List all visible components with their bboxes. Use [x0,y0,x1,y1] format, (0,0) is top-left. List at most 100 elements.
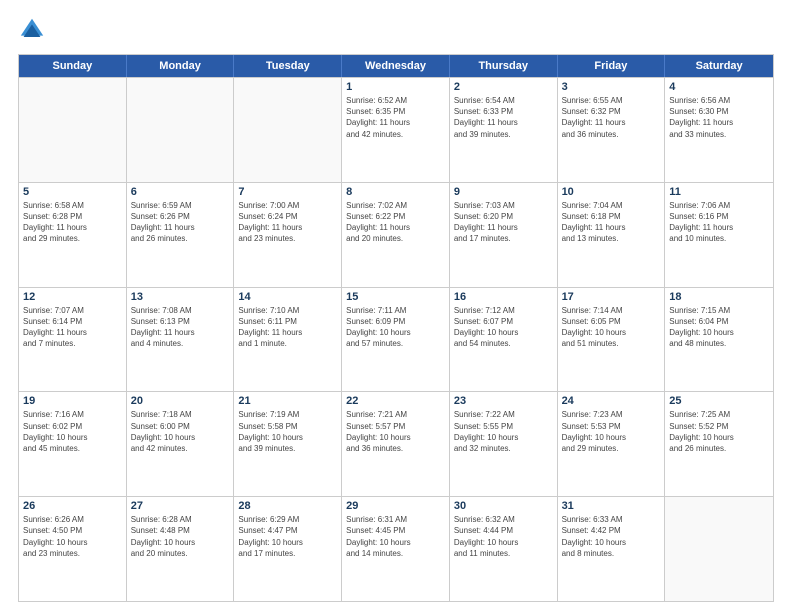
cell-daylight-info: Sunrise: 7:10 AM Sunset: 6:11 PM Dayligh… [238,305,337,350]
cell-daylight-info: Sunrise: 7:11 AM Sunset: 6:09 PM Dayligh… [346,305,445,350]
calendar-cell: 3 Sunrise: 6:55 AM Sunset: 6:32 PM Daylig… [558,78,666,182]
cell-daylight-info: Sunrise: 6:56 AM Sunset: 6:30 PM Dayligh… [669,95,769,140]
cell-daylight-info: Sunrise: 7:08 AM Sunset: 6:13 PM Dayligh… [131,305,230,350]
calendar-cell: 30 Sunrise: 6:32 AM Sunset: 4:44 PM Dayli… [450,497,558,601]
cell-day-number: 10 [562,186,661,198]
calendar-cell: 12 Sunrise: 7:07 AM Sunset: 6:14 PM Dayli… [19,288,127,392]
cell-daylight-info: Sunrise: 7:03 AM Sunset: 6:20 PM Dayligh… [454,200,553,245]
calendar-header: SundayMondayTuesdayWednesdayThursdayFrid… [19,55,773,77]
cell-daylight-info: Sunrise: 7:04 AM Sunset: 6:18 PM Dayligh… [562,200,661,245]
calendar-row: 12 Sunrise: 7:07 AM Sunset: 6:14 PM Dayli… [19,287,773,392]
calendar-cell: 10 Sunrise: 7:04 AM Sunset: 6:18 PM Dayli… [558,183,666,287]
cell-day-number: 24 [562,395,661,407]
cell-daylight-info: Sunrise: 6:59 AM Sunset: 6:26 PM Dayligh… [131,200,230,245]
cell-day-number: 1 [346,81,445,93]
cell-day-number: 20 [131,395,230,407]
calendar-cell: 8Sunrise: 7:02 AM Sunset: 6:22 PM Daylig… [342,183,450,287]
calendar-cell: 2Sunrise: 6:54 AM Sunset: 6:33 PM Daylig… [450,78,558,182]
calendar-cell: 23Sunrise: 7:22 AM Sunset: 5:55 PM Dayli… [450,392,558,496]
calendar-cell: 6 Sunrise: 6:59 AM Sunset: 6:26 PM Daylig… [127,183,235,287]
cell-daylight-info: Sunrise: 7:06 AM Sunset: 6:16 PM Dayligh… [669,200,769,245]
cell-day-number: 4 [669,81,769,93]
cell-daylight-info: Sunrise: 7:19 AM Sunset: 5:58 PM Dayligh… [238,409,337,454]
cell-day-number: 11 [669,186,769,198]
calendar-cell: 28 Sunrise: 6:29 AM Sunset: 4:47 PM Dayli… [234,497,342,601]
cell-daylight-info: Sunrise: 6:55 AM Sunset: 6:32 PM Dayligh… [562,95,661,140]
calendar-cell: 19 Sunrise: 7:16 AM Sunset: 6:02 PM Dayli… [19,392,127,496]
cell-daylight-info: Sunrise: 6:33 AM Sunset: 4:42 PM Dayligh… [562,514,661,559]
cell-daylight-info: Sunrise: 7:16 AM Sunset: 6:02 PM Dayligh… [23,409,122,454]
cell-daylight-info: Sunrise: 6:52 AM Sunset: 6:35 PM Dayligh… [346,95,445,140]
cell-day-number: 12 [23,291,122,303]
cell-daylight-info: Sunrise: 7:00 AM Sunset: 6:24 PM Dayligh… [238,200,337,245]
calendar-row: 1 Sunrise: 6:52 AM Sunset: 6:35 PM Daylig… [19,77,773,182]
calendar-cell: 22 Sunrise: 7:21 AM Sunset: 5:57 PM Dayli… [342,392,450,496]
calendar: SundayMondayTuesdayWednesdayThursdayFrid… [18,54,774,602]
cell-day-number: 18 [669,291,769,303]
calendar-cell: 9 Sunrise: 7:03 AM Sunset: 6:20 PM Daylig… [450,183,558,287]
calendar-row: 26 Sunrise: 6:26 AM Sunset: 4:50 PM Dayli… [19,496,773,601]
calendar-cell: 31 Sunrise: 6:33 AM Sunset: 4:42 PM Dayli… [558,497,666,601]
cell-day-number: 31 [562,500,661,512]
calendar-cell: 15Sunrise: 7:11 AM Sunset: 6:09 PM Dayli… [342,288,450,392]
calendar-cell: 11 Sunrise: 7:06 AM Sunset: 6:16 PM Dayli… [665,183,773,287]
cell-daylight-info: Sunrise: 6:26 AM Sunset: 4:50 PM Dayligh… [23,514,122,559]
header [18,16,774,44]
weekday-header: Tuesday [234,55,342,77]
calendar-cell [127,78,235,182]
cell-daylight-info: Sunrise: 6:29 AM Sunset: 4:47 PM Dayligh… [238,514,337,559]
cell-day-number: 21 [238,395,337,407]
cell-daylight-info: Sunrise: 7:25 AM Sunset: 5:52 PM Dayligh… [669,409,769,454]
cell-day-number: 27 [131,500,230,512]
calendar-row: 19 Sunrise: 7:16 AM Sunset: 6:02 PM Dayli… [19,391,773,496]
cell-day-number: 26 [23,500,122,512]
cell-daylight-info: Sunrise: 7:12 AM Sunset: 6:07 PM Dayligh… [454,305,553,350]
weekday-header: Thursday [450,55,558,77]
logo-icon [18,16,46,44]
cell-daylight-info: Sunrise: 7:23 AM Sunset: 5:53 PM Dayligh… [562,409,661,454]
calendar-cell [19,78,127,182]
calendar-cell: 18 Sunrise: 7:15 AM Sunset: 6:04 PM Dayli… [665,288,773,392]
cell-day-number: 9 [454,186,553,198]
cell-day-number: 30 [454,500,553,512]
calendar-row: 5 Sunrise: 6:58 AM Sunset: 6:28 PM Daylig… [19,182,773,287]
cell-day-number: 6 [131,186,230,198]
cell-day-number: 5 [23,186,122,198]
calendar-cell: 27 Sunrise: 6:28 AM Sunset: 4:48 PM Dayli… [127,497,235,601]
cell-daylight-info: Sunrise: 7:21 AM Sunset: 5:57 PM Dayligh… [346,409,445,454]
cell-daylight-info: Sunrise: 7:15 AM Sunset: 6:04 PM Dayligh… [669,305,769,350]
cell-day-number: 22 [346,395,445,407]
cell-day-number: 8 [346,186,445,198]
cell-day-number: 14 [238,291,337,303]
cell-day-number: 25 [669,395,769,407]
calendar-cell: 29Sunrise: 6:31 AM Sunset: 4:45 PM Dayli… [342,497,450,601]
calendar-cell: 1 Sunrise: 6:52 AM Sunset: 6:35 PM Daylig… [342,78,450,182]
cell-daylight-info: Sunrise: 7:18 AM Sunset: 6:00 PM Dayligh… [131,409,230,454]
calendar-cell: 14 Sunrise: 7:10 AM Sunset: 6:11 PM Dayli… [234,288,342,392]
cell-day-number: 3 [562,81,661,93]
weekday-header: Friday [558,55,666,77]
cell-daylight-info: Sunrise: 7:07 AM Sunset: 6:14 PM Dayligh… [23,305,122,350]
cell-day-number: 2 [454,81,553,93]
weekday-header: Sunday [19,55,127,77]
cell-day-number: 28 [238,500,337,512]
cell-day-number: 29 [346,500,445,512]
cell-daylight-info: Sunrise: 6:32 AM Sunset: 4:44 PM Dayligh… [454,514,553,559]
calendar-cell: 21 Sunrise: 7:19 AM Sunset: 5:58 PM Dayli… [234,392,342,496]
logo [18,16,50,44]
cell-daylight-info: Sunrise: 6:28 AM Sunset: 4:48 PM Dayligh… [131,514,230,559]
calendar-cell: 16 Sunrise: 7:12 AM Sunset: 6:07 PM Dayli… [450,288,558,392]
calendar-cell: 4 Sunrise: 6:56 AM Sunset: 6:30 PM Daylig… [665,78,773,182]
calendar-cell: 5 Sunrise: 6:58 AM Sunset: 6:28 PM Daylig… [19,183,127,287]
cell-day-number: 7 [238,186,337,198]
calendar-cell [234,78,342,182]
cell-daylight-info: Sunrise: 7:22 AM Sunset: 5:55 PM Dayligh… [454,409,553,454]
cell-day-number: 19 [23,395,122,407]
cell-day-number: 16 [454,291,553,303]
cell-day-number: 13 [131,291,230,303]
weekday-header: Saturday [665,55,773,77]
calendar-cell [665,497,773,601]
cell-daylight-info: Sunrise: 6:58 AM Sunset: 6:28 PM Dayligh… [23,200,122,245]
calendar-body: 1 Sunrise: 6:52 AM Sunset: 6:35 PM Daylig… [19,77,773,601]
cell-daylight-info: Sunrise: 7:14 AM Sunset: 6:05 PM Dayligh… [562,305,661,350]
